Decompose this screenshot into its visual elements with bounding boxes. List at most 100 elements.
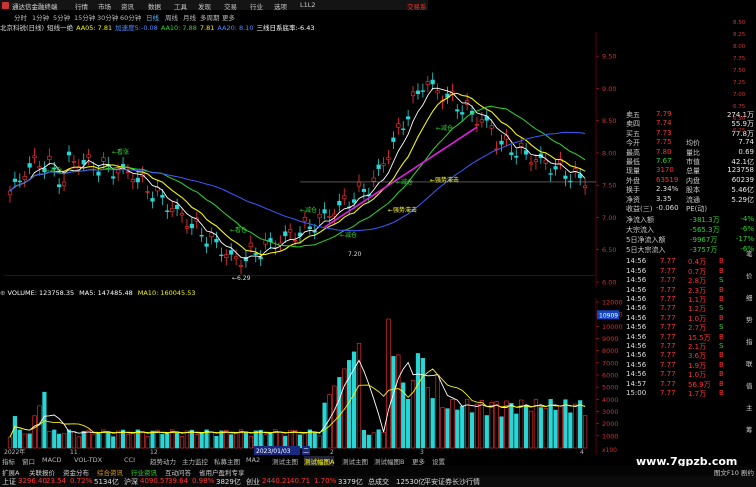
trade-side: B <box>719 257 724 266</box>
indicator-tab[interactable]: 私募主图 <box>214 456 240 466</box>
candle-body <box>376 164 381 169</box>
period-tab-weekly[interactable]: 周线 <box>165 12 178 22</box>
candle-body <box>160 194 165 198</box>
period-tab-multi[interactable]: 多周期 <box>200 12 220 22</box>
buy-annotation: ←减仓 <box>396 178 413 186</box>
menu-item-data[interactable]: 数据 <box>148 1 161 11</box>
menu-item-tools[interactable]: 工具 <box>174 1 187 11</box>
volume-bar <box>234 432 239 449</box>
side-tab[interactable]: 笔 <box>746 248 753 258</box>
menu-item-options[interactable]: 选项 <box>274 1 287 11</box>
indicator-tab[interactable]: VOL-TDX <box>74 456 102 464</box>
menu-item-quotes[interactable]: 行情 <box>75 1 88 11</box>
indicator-name[interactable]: 短线一绝 <box>47 24 73 32</box>
indicator-tab[interactable]: CCI <box>124 456 135 464</box>
price-kline-chart[interactable]: 9.50 9.00 8.50 8.00 7.50 7.00 6.50 6.00 ←减仓 ←看涨 ←看… <box>0 32 624 288</box>
quote-value-2: 7.74 <box>738 138 754 147</box>
volume-bar <box>582 415 588 449</box>
indicator-tab[interactable]: MA2 <box>246 456 260 464</box>
side-tab[interactable]: 筹 <box>746 424 753 434</box>
volume-bar <box>381 431 386 449</box>
indicator-tab[interactable]: 指标 <box>2 456 15 466</box>
money-flow-label: 5日净流入额 <box>626 236 666 245</box>
indicator-tab[interactable]: 趋势动力 <box>150 456 176 466</box>
candle-body <box>509 152 514 156</box>
candle-body <box>563 175 568 179</box>
side-tab[interactable]: 细 <box>746 292 753 302</box>
indicator-tab[interactable]: 窗口 <box>22 456 35 466</box>
period-tab-30min[interactable]: 30分钟 <box>97 12 118 22</box>
volume-bar <box>415 353 421 449</box>
indicator-tab[interactable]: 测试幅图A <box>304 456 335 466</box>
trade-system-link[interactable]: 交易系 <box>407 1 427 11</box>
indicator-tab[interactable]: 主力监控 <box>182 456 208 466</box>
buy-annotation: ←看涨 <box>112 148 129 156</box>
menu-item-industry[interactable]: 行业 <box>250 1 263 11</box>
indicator-tab[interactable]: 测试幅图B <box>374 456 404 466</box>
stop-annotation: ←强势滞击 <box>430 176 459 184</box>
volume-bar <box>376 429 381 449</box>
menu-item-l1l2[interactable]: L1L2 <box>300 1 316 9</box>
candle-body <box>224 254 229 258</box>
volume-bar <box>494 401 499 449</box>
price-axis-label: 6.00 <box>602 279 616 287</box>
candle-body <box>150 198 155 202</box>
index-name[interactable]: 上证 <box>2 477 16 487</box>
trade-time: 14:56 <box>626 276 647 285</box>
index-value: 4090.57 <box>140 477 169 485</box>
price-axis-label: 8.00 <box>602 149 616 157</box>
candle-body <box>209 232 214 238</box>
period-tab-5min[interactable]: 5分钟 <box>53 12 70 22</box>
period-tab-daily[interactable]: 日线 <box>146 12 159 22</box>
trade-side: S <box>719 276 724 285</box>
side-tab[interactable]: 值 <box>746 380 753 390</box>
menu-item-market[interactable]: 市场 <box>98 1 111 11</box>
volume-bar <box>528 410 534 449</box>
volume-bar <box>214 436 219 449</box>
side-tab[interactable]: 势 <box>746 314 753 324</box>
side-tab[interactable]: 指 <box>746 336 753 346</box>
volume-bar <box>61 433 67 449</box>
index-name[interactable]: 创业 <box>246 477 260 487</box>
indicator-tab[interactable]: 测试主图 <box>272 456 298 466</box>
volume-bar <box>302 432 308 449</box>
indicator-tab[interactable]: 测试主图 <box>342 456 368 466</box>
indicator-value: AA20: 8.10 <box>217 24 254 32</box>
quote-value: -0.060 <box>656 204 679 212</box>
period-tab-monthly[interactable]: 月线 <box>183 12 196 22</box>
mid-price-annotation: 7.20 <box>348 251 362 258</box>
volume-bar <box>504 400 509 449</box>
indicator-tab[interactable]: 更多 <box>412 456 425 466</box>
volume-bar <box>278 431 283 449</box>
candle-body <box>17 180 22 183</box>
candle-body <box>386 157 391 160</box>
period-tab-15min[interactable]: 15分钟 <box>74 12 95 22</box>
menu-item-trade[interactable]: 交易 <box>224 1 237 11</box>
side-tab[interactable]: 价 <box>746 270 753 280</box>
volume-axis-label: 7000 <box>602 359 619 367</box>
index-name[interactable]: 沪深 <box>124 477 138 487</box>
period-tab-intraday[interactable]: 分时 <box>14 12 27 22</box>
cursor-date: 2023/01/03 <box>256 448 291 455</box>
side-tab[interactable]: 主 <box>746 402 753 412</box>
volume-settings-icon[interactable]: ⊕ <box>0 289 8 297</box>
period-tab-more[interactable]: 更多 <box>222 12 235 22</box>
period-tab-60min[interactable]: 60分钟 <box>120 12 141 22</box>
volume-bar <box>524 404 529 449</box>
indicator-tab[interactable]: 设置 <box>432 456 445 466</box>
menu-item-discover[interactable]: 发现 <box>198 1 211 11</box>
money-flow-value: -3757万 <box>690 246 718 255</box>
volume-bar <box>474 403 480 449</box>
indicator-value: AA05: 7.81 <box>76 24 113 32</box>
volume-bar <box>337 377 342 449</box>
period-tab-1min[interactable]: 1分钟 <box>32 12 49 22</box>
menu-item-news[interactable]: 资讯 <box>121 1 134 11</box>
candle-body <box>430 79 435 85</box>
indicator-value: 7.81 <box>199 24 215 32</box>
volume-bar-chart[interactable]: 1200011000100009000800070006000500040003… <box>0 298 624 455</box>
candle-body <box>337 200 342 206</box>
side-tab[interactable]: 联 <box>746 358 753 368</box>
indicator-tab[interactable]: MACD <box>42 456 61 464</box>
quote-axis-label: 7.50 <box>733 68 746 74</box>
trade-price: 7.77 <box>660 276 676 285</box>
